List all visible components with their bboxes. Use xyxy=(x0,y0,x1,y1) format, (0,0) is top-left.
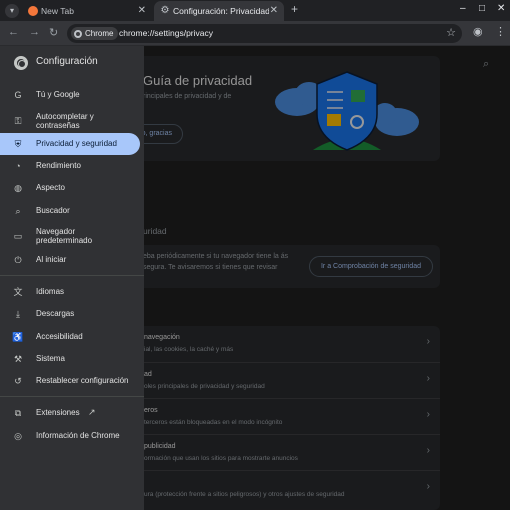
sidebar-item-label: Idiomas xyxy=(36,287,65,296)
tab-settings[interactable]: ⚙ Configuración: Privacidad y seguridad … xyxy=(154,1,284,21)
forward-icon[interactable]: → xyxy=(29,26,40,38)
chrome-icon: ◎ xyxy=(14,431,22,441)
tab-strip: ▾ New Tab ✕ ⚙ Configuración: Privacidad … xyxy=(0,0,510,21)
sidebar-item-label: Aspecto xyxy=(36,183,65,192)
site-chip[interactable]: Chrome xyxy=(71,27,119,40)
sidebar-item-performance[interactable]: ◔ Rendimiento xyxy=(0,155,140,177)
shield-icon: ⛨ xyxy=(14,139,22,149)
address-bar[interactable]: Chrome chrome://settings/privacy ☆ xyxy=(67,24,462,43)
tab-title: New Tab xyxy=(41,6,74,16)
maximize-button[interactable]: □ xyxy=(479,3,485,14)
gear-icon: ⚙ xyxy=(160,5,170,16)
tab-new-tab[interactable]: New Tab ✕ xyxy=(22,1,152,21)
close-tab-icon[interactable]: ✕ xyxy=(138,1,146,21)
browser-icon: ▭ xyxy=(13,231,23,241)
sidebar-item-label: Tú y Google xyxy=(36,90,80,99)
sidebar-item-label: Sistema xyxy=(36,354,65,363)
sidebar-item-label: Descargas xyxy=(36,309,75,318)
sidebar-item-accessibility[interactable]: ♿ Accesibilidad xyxy=(0,326,140,348)
palette-icon: ◍ xyxy=(14,183,22,193)
sidebar-item-reset-settings[interactable]: ↺ Restablecer configuración xyxy=(0,370,140,392)
translate-icon: 文 xyxy=(13,287,23,297)
sidebar-item-extensions[interactable]: ⧉ Extensiones ↗ xyxy=(0,402,140,424)
firefox-icon xyxy=(28,6,38,16)
speedometer-icon: ◔ xyxy=(15,161,21,171)
drawer-title: Configuración xyxy=(36,56,98,67)
sidebar-item-about-chrome[interactable]: ◎ Información de Chrome xyxy=(0,425,140,447)
profile-icon[interactable]: ◉ xyxy=(473,25,483,38)
sidebar-item-label: Rendimiento xyxy=(36,161,81,170)
menu-icon[interactable]: ⋮ xyxy=(495,25,506,38)
new-tab-button[interactable]: + xyxy=(291,2,298,16)
sidebar-item-label: Al iniciar xyxy=(36,255,67,264)
bookmark-star-icon[interactable]: ☆ xyxy=(446,24,456,43)
sidebar-item-label: Buscador xyxy=(36,206,70,215)
sidebar-item-label: Accesibilidad xyxy=(36,332,83,341)
wrench-icon: ⚒ xyxy=(13,354,23,364)
tab-search-icon[interactable]: ▾ xyxy=(5,4,19,18)
minimize-button[interactable]: – xyxy=(460,3,466,14)
sidebar-item-appearance[interactable]: ◍ Aspecto xyxy=(0,177,140,199)
search-icon: ⌕ xyxy=(15,206,21,216)
settings-nav-drawer: Configuración G Tú y Google ⚿ Autocomple… xyxy=(0,46,144,510)
close-window-button[interactable]: ✕ xyxy=(497,3,505,14)
drawer-header: Configuración xyxy=(0,46,144,80)
sidebar-item-languages[interactable]: 文 Idiomas xyxy=(0,281,140,303)
sidebar-item-label: Extensiones xyxy=(36,408,80,417)
url-text[interactable]: chrome://settings/privacy xyxy=(119,24,213,43)
extension-icon: ⧉ xyxy=(14,408,22,418)
sidebar-item-label: Autocompletar y contraseñas xyxy=(36,112,94,130)
sidebar-item-label: Privacidad y seguridad xyxy=(36,139,117,148)
drawer-divider xyxy=(0,396,144,397)
key-icon: ⚿ xyxy=(14,116,22,126)
sidebar-item-label: Información de Chrome xyxy=(36,431,120,440)
toolbar: ← → ↻ Chrome chrome://settings/privacy ☆… xyxy=(0,21,510,46)
sidebar-item-label: Restablecer configuración xyxy=(36,376,129,385)
sidebar-item-on-startup[interactable]: ⏻ Al iniciar xyxy=(0,249,140,271)
reset-icon: ↺ xyxy=(14,376,22,386)
download-icon: ⤓ xyxy=(16,309,20,319)
chrome-icon xyxy=(74,30,82,38)
sidebar-item-label: Navegador predeterminado xyxy=(36,227,93,245)
google-icon: G xyxy=(14,90,22,100)
sidebar-item-default-browser[interactable]: ▭ Navegador predeterminado xyxy=(0,223,140,249)
sidebar-item-downloads[interactable]: ⤓ Descargas xyxy=(0,303,140,325)
sidebar-item-privacy[interactable]: ⛨ Privacidad y seguridad xyxy=(0,133,140,155)
reload-icon[interactable]: ↻ xyxy=(49,26,58,39)
accessibility-icon: ♿ xyxy=(12,332,24,342)
sidebar-item-system[interactable]: ⚒ Sistema xyxy=(0,348,140,370)
drawer-divider xyxy=(0,275,144,276)
chrome-logo-icon xyxy=(14,56,28,70)
sidebar-item-autofill[interactable]: ⚿ Autocompletar y contraseñas xyxy=(0,108,140,134)
back-icon[interactable]: ← xyxy=(8,26,19,38)
tab-title: Configuración: Privacidad y seguridad xyxy=(173,6,269,16)
power-icon: ⏻ xyxy=(14,255,22,265)
close-tab-icon[interactable]: ✕ xyxy=(270,1,278,21)
external-link-icon: ↗ xyxy=(88,407,96,417)
sidebar-item-search-engine[interactable]: ⌕ Buscador xyxy=(0,200,140,222)
site-chip-label: Chrome xyxy=(85,29,114,38)
sidebar-item-you-and-google[interactable]: G Tú y Google xyxy=(0,84,140,106)
